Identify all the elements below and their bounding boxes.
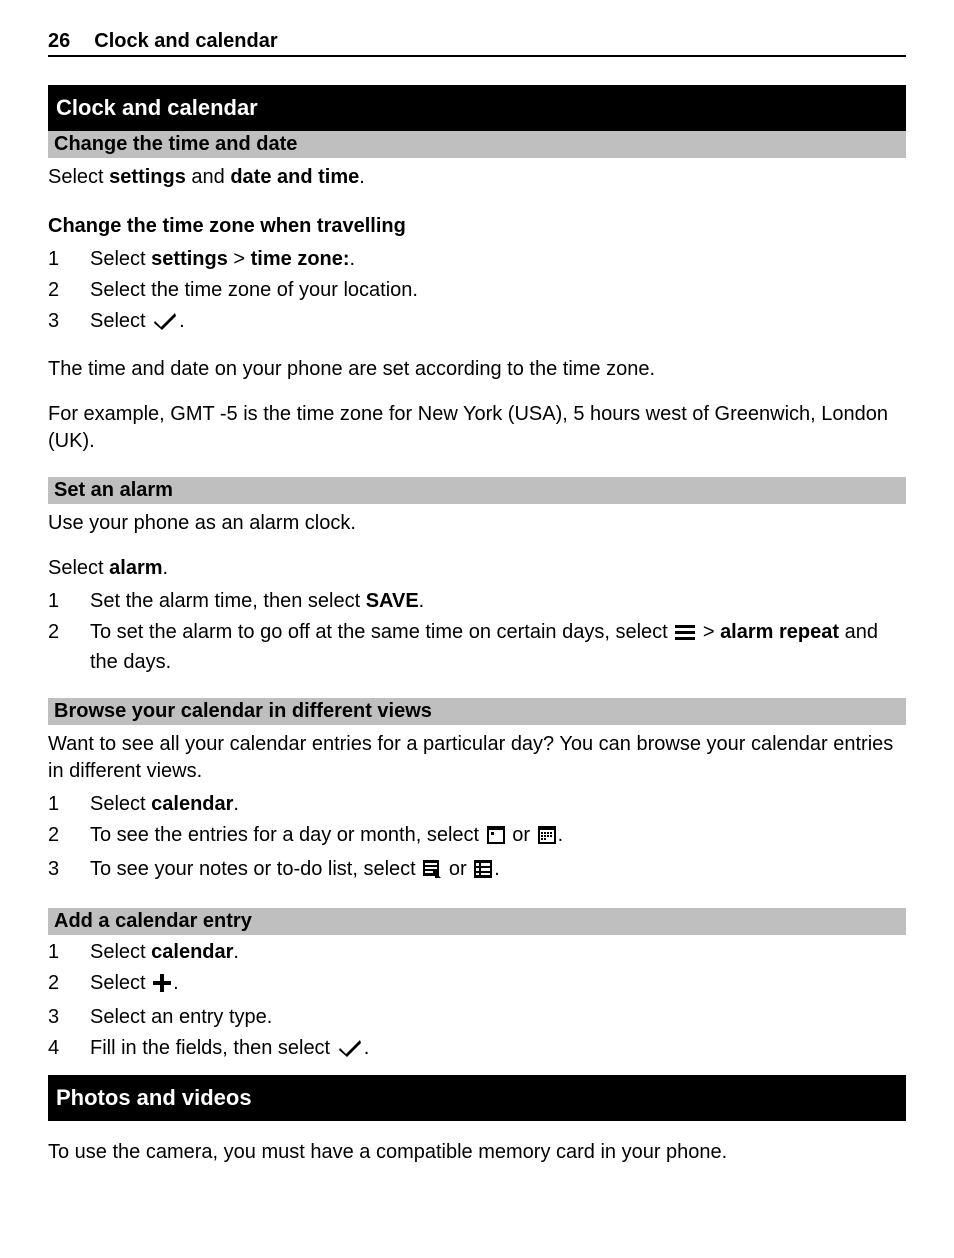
text: . [163, 557, 169, 579]
text: Select [90, 310, 151, 332]
photos-videos-intro: To use the camera, you must have a compa… [48, 1139, 906, 1166]
settings-label: settings [151, 248, 228, 270]
alarm-repeat-label: alarm repeat [720, 621, 839, 643]
step: Select calendar. [48, 791, 906, 818]
step: Select . [48, 970, 906, 1000]
alarm-label: alarm [109, 557, 162, 579]
subsection-add-calendar-entry: Add a calendar entry [48, 908, 906, 935]
step: Select the time zone of your location. [48, 277, 906, 304]
page-header: 26 Clock and calendar [48, 30, 906, 57]
notes-icon [423, 859, 441, 886]
text: Select [90, 793, 151, 815]
text: Set the alarm time, then select [90, 590, 366, 612]
text: and [186, 166, 230, 188]
text: or [443, 858, 472, 880]
set-alarm-select: Select alarm. [48, 555, 906, 582]
timezone-note-1: The time and date on your phone are set … [48, 356, 906, 383]
section-heading-photos-videos: Photos and videos [48, 1075, 906, 1121]
change-time-date-text: Select settings and date and time. [48, 164, 906, 191]
step: Fill in the fields, then select . [48, 1035, 906, 1065]
page-header-title: Clock and calendar [94, 30, 277, 53]
text: To see your notes or to-do list, select [90, 858, 421, 880]
add-calendar-entry-steps: Select calendar. Select . Select an entr… [48, 939, 906, 1065]
step: Select . [48, 308, 906, 338]
set-alarm-steps: Set the alarm time, then select SAVE. To… [48, 588, 906, 676]
page-number: 26 [48, 30, 70, 53]
text: Select [48, 557, 109, 579]
calendar-month-icon [538, 825, 556, 852]
text: Select [90, 941, 151, 963]
subsection-change-time-date: Change the time and date [48, 131, 906, 158]
text: . [233, 793, 239, 815]
checkmark-icon [153, 311, 177, 338]
step: Select settings > time zone:. [48, 246, 906, 273]
step: Select calendar. [48, 939, 906, 966]
plus-icon [153, 973, 171, 1000]
calendar-label: calendar [151, 941, 233, 963]
text: . [364, 1037, 370, 1059]
section-heading-clock-calendar: Clock and calendar [48, 85, 906, 131]
text: > [228, 248, 251, 270]
subsection-browse-calendar: Browse your calendar in different views [48, 698, 906, 725]
step: To set the alarm to go off at the same t… [48, 619, 906, 676]
browse-calendar-steps: Select calendar. To see the entries for … [48, 791, 906, 886]
text: or [507, 824, 536, 846]
timezone-note-2: For example, GMT -5 is the time zone for… [48, 401, 906, 455]
step: To see the entries for a day or month, s… [48, 822, 906, 852]
text: To see the entries for a day or month, s… [90, 824, 485, 846]
subheading-change-timezone: Change the time zone when travelling [48, 213, 906, 240]
browse-calendar-intro: Want to see all your calendar entries fo… [48, 731, 906, 785]
text: . [419, 590, 425, 612]
text: . [558, 824, 564, 846]
step: Set the alarm time, then select SAVE. [48, 588, 906, 615]
text: Select [90, 248, 151, 270]
date-time-label: date and time [230, 166, 359, 188]
timezone-label: time zone: [251, 248, 350, 270]
checkmark-icon [338, 1038, 362, 1065]
set-alarm-intro: Use your phone as an alarm clock. [48, 510, 906, 537]
step: Select an entry type. [48, 1004, 906, 1031]
subsection-set-alarm: Set an alarm [48, 477, 906, 504]
calendar-label: calendar [151, 793, 233, 815]
text: Fill in the fields, then select [90, 1037, 336, 1059]
text: . [359, 166, 365, 188]
calendar-day-icon [487, 825, 505, 852]
save-label: SAVE [366, 590, 419, 612]
text: To set the alarm to go off at the same t… [90, 621, 673, 643]
menu-icon [675, 622, 695, 649]
text: > [697, 621, 720, 643]
text: . [233, 941, 239, 963]
settings-label: settings [109, 166, 186, 188]
text: Select [90, 972, 151, 994]
text: . [350, 248, 356, 270]
step: To see your notes or to-do list, select … [48, 856, 906, 886]
text: . [179, 310, 185, 332]
todo-list-icon [474, 859, 492, 886]
change-timezone-steps: Select settings > time zone:. Select the… [48, 246, 906, 338]
text: Select [48, 166, 109, 188]
text: . [494, 858, 500, 880]
text: . [173, 972, 179, 994]
